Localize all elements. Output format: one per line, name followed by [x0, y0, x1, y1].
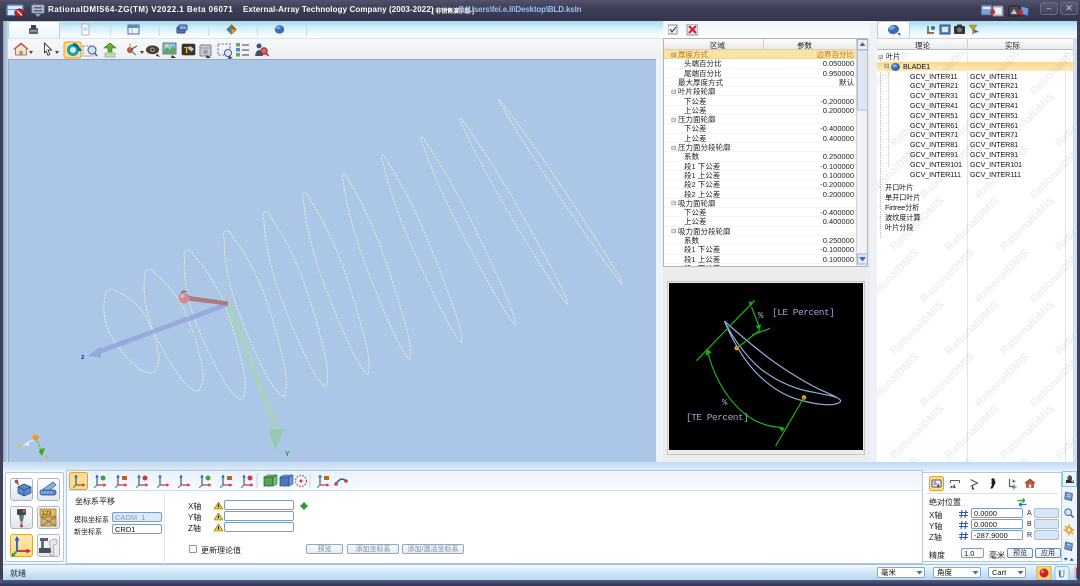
svg-text:123: 123: [42, 511, 53, 517]
svg-text:Y: Y: [285, 451, 290, 458]
svg-text:T: T: [184, 45, 190, 55]
svg-text:[LE Percent]: [LE Percent]: [772, 307, 834, 318]
svg-text:z: z: [81, 354, 85, 361]
svg-text:%: %: [758, 311, 764, 321]
svg-text:%: %: [722, 398, 728, 408]
svg-text:Z: Z: [18, 444, 22, 450]
svg-text:U: U: [1058, 570, 1065, 581]
svg-text:X: X: [33, 432, 37, 438]
svg-text:Y: Y: [45, 455, 49, 461]
svg-text:[TE Percent]: [TE Percent]: [686, 412, 748, 423]
